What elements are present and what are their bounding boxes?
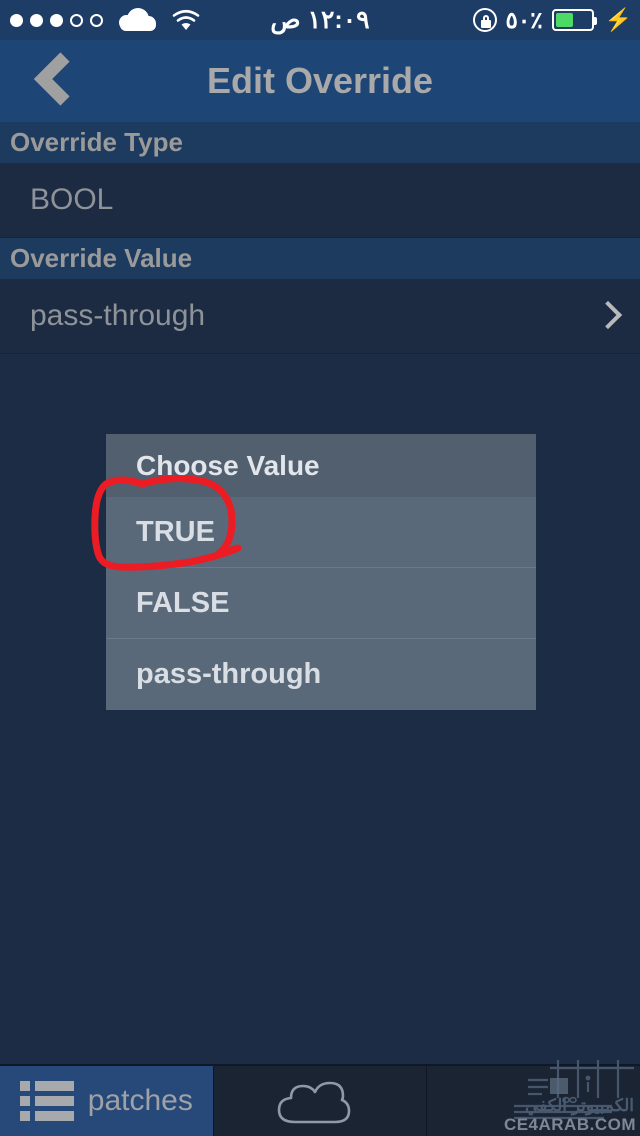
lightning-bolt-icon: ⚡ — [604, 7, 632, 32]
status-bar: ١٢:٠٩ ص ٪٥٠ ⚡ — [0, 0, 640, 40]
tab-third[interactable] — [427, 1066, 640, 1136]
dialog-option-pass-through[interactable]: pass-through — [106, 639, 536, 710]
dialog-title: Choose Value — [106, 434, 536, 497]
section-header-override-value: Override Value — [0, 238, 640, 279]
row-override-type-value: BOOL — [30, 183, 114, 216]
list-icon — [19, 1081, 74, 1121]
row-override-type[interactable]: BOOL — [0, 163, 640, 237]
cloud-icon — [273, 1077, 353, 1125]
tab-bar: patches — [0, 1064, 640, 1136]
row-override-value-value: pass-through — [30, 299, 206, 332]
back-button[interactable] — [14, 40, 94, 122]
battery-icon — [551, 9, 597, 31]
dialog-option-true[interactable]: TRUE — [106, 497, 536, 568]
chevron-left-icon — [31, 51, 77, 112]
phone-screen: ١٢:٠٩ ص ٪٥٠ ⚡ Edit Override Override Typ… — [0, 0, 640, 1136]
section-header-override-type: Override Type — [0, 122, 640, 163]
row-override-value[interactable]: pass-through — [0, 279, 640, 353]
rotation-lock-icon — [472, 8, 497, 32]
choose-value-dialog: Choose Value TRUE FALSE pass-through — [106, 434, 536, 710]
tab-patches[interactable]: patches — [0, 1066, 214, 1136]
battery-percent-label: ٪٥٠ — [505, 6, 543, 33]
tab-patches-label: patches — [87, 1084, 193, 1117]
status-bar-right: ٪٥٠ ⚡ — [472, 0, 632, 40]
chevron-right-icon — [598, 301, 614, 331]
navigation-bar: Edit Override — [0, 40, 640, 122]
page-title: Edit Override — [206, 60, 434, 101]
row-separator — [0, 353, 640, 354]
dialog-option-false[interactable]: FALSE — [106, 568, 536, 639]
tab-cloud[interactable] — [214, 1066, 428, 1136]
